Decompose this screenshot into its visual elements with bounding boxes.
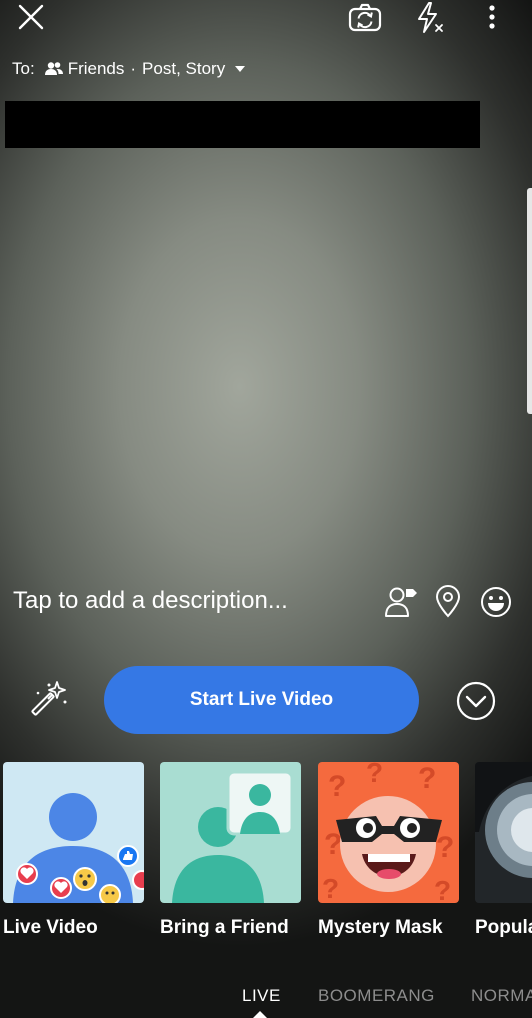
popular-thumbnail-icon [475,762,532,903]
camera-flip-icon [348,3,382,32]
effect-label: Popula [475,917,532,938]
close-icon [18,4,44,30]
mode-tab-normal[interactable]: NORMA [471,986,532,1006]
tag-people-icon [385,587,417,617]
mode-tab-boomerang[interactable]: BOOMERANG [318,986,435,1006]
svg-text:?: ? [436,831,454,864]
svg-text:?: ? [328,770,346,803]
effect-tile-live-video[interactable] [3,762,144,903]
live-video-thumbnail-icon [13,793,144,903]
svg-text:?: ? [366,762,383,788]
audience-separator: · [130,59,137,78]
effect-tile-mystery-mask[interactable]: ? ? ? ? ? ? ? [318,762,459,903]
side-drawer-handle[interactable] [527,188,532,414]
active-mode-indicator [253,1011,267,1018]
effects-button[interactable] [26,680,70,720]
svg-text:?: ? [418,762,436,795]
flash-off-icon [418,2,443,33]
location-pin-icon [435,585,461,618]
bring-a-friend-thumbnail-icon [172,770,294,903]
friends-icon [44,62,63,75]
close-button[interactable] [14,4,48,32]
smiley-icon [481,587,511,617]
to-label: To: [12,59,35,78]
mystery-mask-thumbnail-icon: ? ? ? ? ? ? ? [322,762,454,903]
caret-down-icon [235,66,246,72]
magic-wand-icon [31,681,67,716]
location-button[interactable] [434,584,462,618]
redacted-bar [5,101,480,148]
effect-label: Live Video [3,917,98,938]
audience-value: Friends [67,59,125,78]
flash-toggle-button[interactable] [412,0,446,36]
svg-text:?: ? [322,873,339,903]
effect-tile-bring-a-friend[interactable] [160,762,301,903]
feeling-button[interactable] [480,586,512,618]
tag-people-button[interactable] [384,584,418,618]
destination-value: Post, Story [142,59,226,78]
expand-options-button[interactable] [456,681,496,721]
more-options-button[interactable] [482,4,502,30]
effect-label: Bring a Friend [160,917,289,938]
chevron-down-circle-icon [456,681,496,721]
mode-tab-live[interactable]: LIVE [242,986,281,1006]
more-vertical-icon [489,5,495,29]
audience-selector[interactable]: To: Friends · Post, Story [12,58,247,80]
description-input[interactable]: Tap to add a description... [13,587,288,615]
flip-camera-button[interactable] [348,2,382,34]
effect-label: Mystery Mask [318,917,443,938]
svg-text:?: ? [434,875,451,903]
effect-tile-popular[interactable] [475,762,532,903]
start-live-video-button[interactable]: Start Live Video [104,666,419,734]
